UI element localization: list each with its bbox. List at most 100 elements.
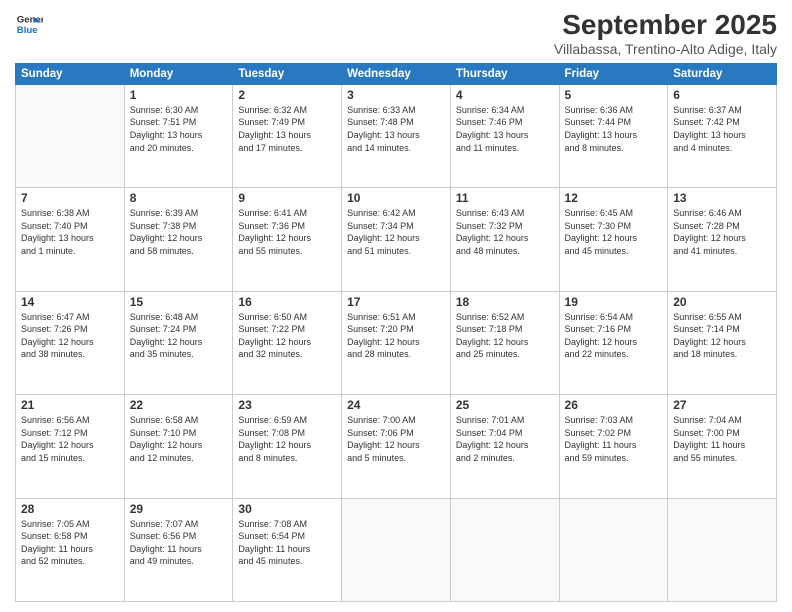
week-row-3: 14 Sunrise: 6:47 AM Sunset: 7:26 PM Dayli… [16, 291, 777, 394]
day-info: Sunrise: 6:37 AM Sunset: 7:42 PM Dayligh… [673, 104, 771, 154]
day-cell: 22 Sunrise: 6:58 AM Sunset: 7:10 PM Dayli… [124, 395, 233, 498]
day-info: Sunrise: 7:03 AM Sunset: 7:02 PM Dayligh… [565, 414, 663, 464]
day-number: 22 [130, 398, 228, 412]
day-number: 8 [130, 191, 228, 205]
calendar-table: SundayMondayTuesdayWednesdayThursdayFrid… [15, 63, 777, 602]
week-row-2: 7 Sunrise: 6:38 AM Sunset: 7:40 PM Daylig… [16, 188, 777, 291]
day-cell [668, 498, 777, 601]
day-info: Sunrise: 6:58 AM Sunset: 7:10 PM Dayligh… [130, 414, 228, 464]
day-cell: 5Sunrise: 6:36 AM Sunset: 7:44 PM Daylig… [559, 84, 668, 187]
logo: General Blue [15, 10, 43, 38]
day-cell: 11 Sunrise: 6:43 AM Sunset: 7:32 PM Dayli… [450, 188, 559, 291]
title-block: September 2025 Villabassa, Trentino-Alto… [554, 10, 777, 57]
day-number: 17 [347, 295, 445, 309]
svg-text:General: General [17, 14, 43, 25]
day-cell: 9Sunrise: 6:41 AM Sunset: 7:36 PM Daylig… [233, 188, 342, 291]
day-info: Sunrise: 6:52 AM Sunset: 7:18 PM Dayligh… [456, 311, 554, 361]
day-cell [450, 498, 559, 601]
day-cell: 14 Sunrise: 6:47 AM Sunset: 7:26 PM Dayli… [16, 291, 125, 394]
page: General Blue September 2025 Villabassa, … [0, 0, 792, 612]
svg-text:Blue: Blue [17, 25, 38, 36]
day-number: 15 [130, 295, 228, 309]
day-number: 27 [673, 398, 771, 412]
day-cell: 21 Sunrise: 6:56 AM Sunset: 7:12 PM Dayli… [16, 395, 125, 498]
day-number: 2 [238, 88, 336, 102]
day-cell: 25 Sunrise: 7:01 AM Sunset: 7:04 PM Dayli… [450, 395, 559, 498]
day-info: Sunrise: 6:38 AM Sunset: 7:40 PM Dayligh… [21, 207, 119, 257]
day-info: Sunrise: 6:33 AM Sunset: 7:48 PM Dayligh… [347, 104, 445, 154]
day-cell: 16Sunrise: 6:50 AM Sunset: 7:22 PM Dayli… [233, 291, 342, 394]
weekday-monday: Monday [124, 63, 233, 84]
day-number: 24 [347, 398, 445, 412]
day-cell: 12Sunrise: 6:45 AM Sunset: 7:30 PM Dayli… [559, 188, 668, 291]
day-number: 20 [673, 295, 771, 309]
day-number: 1 [130, 88, 228, 102]
day-info: Sunrise: 6:42 AM Sunset: 7:34 PM Dayligh… [347, 207, 445, 257]
day-number: 19 [565, 295, 663, 309]
day-cell: 23Sunrise: 6:59 AM Sunset: 7:08 PM Dayli… [233, 395, 342, 498]
day-number: 21 [21, 398, 119, 412]
day-cell: 10 Sunrise: 6:42 AM Sunset: 7:34 PM Dayli… [342, 188, 451, 291]
day-cell: 13Sunrise: 6:46 AM Sunset: 7:28 PM Dayli… [668, 188, 777, 291]
day-info: Sunrise: 6:50 AM Sunset: 7:22 PM Dayligh… [238, 311, 336, 361]
day-cell: 6 Sunrise: 6:37 AM Sunset: 7:42 PM Daylig… [668, 84, 777, 187]
day-info: Sunrise: 6:47 AM Sunset: 7:26 PM Dayligh… [21, 311, 119, 361]
day-info: Sunrise: 6:43 AM Sunset: 7:32 PM Dayligh… [456, 207, 554, 257]
day-number: 6 [673, 88, 771, 102]
day-info: Sunrise: 6:32 AM Sunset: 7:49 PM Dayligh… [238, 104, 336, 154]
day-cell [342, 498, 451, 601]
day-cell: 15 Sunrise: 6:48 AM Sunset: 7:24 PM Dayli… [124, 291, 233, 394]
day-info: Sunrise: 6:55 AM Sunset: 7:14 PM Dayligh… [673, 311, 771, 361]
day-number: 7 [21, 191, 119, 205]
day-info: Sunrise: 6:56 AM Sunset: 7:12 PM Dayligh… [21, 414, 119, 464]
day-number: 11 [456, 191, 554, 205]
day-info: Sunrise: 7:07 AM Sunset: 6:56 PM Dayligh… [130, 518, 228, 568]
day-number: 10 [347, 191, 445, 205]
weekday-tuesday: Tuesday [233, 63, 342, 84]
week-row-4: 21 Sunrise: 6:56 AM Sunset: 7:12 PM Dayli… [16, 395, 777, 498]
day-info: Sunrise: 7:00 AM Sunset: 7:06 PM Dayligh… [347, 414, 445, 464]
day-info: Sunrise: 6:34 AM Sunset: 7:46 PM Dayligh… [456, 104, 554, 154]
day-cell: 19 Sunrise: 6:54 AM Sunset: 7:16 PM Dayli… [559, 291, 668, 394]
day-cell: 8 Sunrise: 6:39 AM Sunset: 7:38 PM Daylig… [124, 188, 233, 291]
day-cell: 17Sunrise: 6:51 AM Sunset: 7:20 PM Dayli… [342, 291, 451, 394]
month-title: September 2025 [554, 10, 777, 41]
day-info: Sunrise: 6:48 AM Sunset: 7:24 PM Dayligh… [130, 311, 228, 361]
day-number: 30 [238, 502, 336, 516]
logo-icon: General Blue [15, 10, 43, 38]
week-row-1: 1 Sunrise: 6:30 AM Sunset: 7:51 PM Daylig… [16, 84, 777, 187]
day-cell: 2 Sunrise: 6:32 AM Sunset: 7:49 PM Daylig… [233, 84, 342, 187]
day-number: 25 [456, 398, 554, 412]
day-cell: 4Sunrise: 6:34 AM Sunset: 7:46 PM Daylig… [450, 84, 559, 187]
day-number: 23 [238, 398, 336, 412]
day-info: Sunrise: 7:04 AM Sunset: 7:00 PM Dayligh… [673, 414, 771, 464]
day-number: 28 [21, 502, 119, 516]
day-cell [16, 84, 125, 187]
header: General Blue September 2025 Villabassa, … [15, 10, 777, 57]
weekday-saturday: Saturday [668, 63, 777, 84]
day-info: Sunrise: 7:05 AM Sunset: 6:58 PM Dayligh… [21, 518, 119, 568]
day-cell [559, 498, 668, 601]
weekday-friday: Friday [559, 63, 668, 84]
weekday-thursday: Thursday [450, 63, 559, 84]
day-cell: 7 Sunrise: 6:38 AM Sunset: 7:40 PM Daylig… [16, 188, 125, 291]
day-number: 3 [347, 88, 445, 102]
day-cell: 30Sunrise: 7:08 AM Sunset: 6:54 PM Dayli… [233, 498, 342, 601]
day-number: 14 [21, 295, 119, 309]
day-number: 5 [565, 88, 663, 102]
location: Villabassa, Trentino-Alto Adige, Italy [554, 41, 777, 57]
day-number: 26 [565, 398, 663, 412]
day-cell: 28 Sunrise: 7:05 AM Sunset: 6:58 PM Dayli… [16, 498, 125, 601]
weekday-header-row: SundayMondayTuesdayWednesdayThursdayFrid… [16, 63, 777, 84]
day-info: Sunrise: 7:01 AM Sunset: 7:04 PM Dayligh… [456, 414, 554, 464]
week-row-5: 28 Sunrise: 7:05 AM Sunset: 6:58 PM Dayli… [16, 498, 777, 601]
day-info: Sunrise: 6:45 AM Sunset: 7:30 PM Dayligh… [565, 207, 663, 257]
day-info: Sunrise: 6:54 AM Sunset: 7:16 PM Dayligh… [565, 311, 663, 361]
day-cell: 1 Sunrise: 6:30 AM Sunset: 7:51 PM Daylig… [124, 84, 233, 187]
day-cell: 26 Sunrise: 7:03 AM Sunset: 7:02 PM Dayli… [559, 395, 668, 498]
day-cell: 3 Sunrise: 6:33 AM Sunset: 7:48 PM Daylig… [342, 84, 451, 187]
day-info: Sunrise: 6:39 AM Sunset: 7:38 PM Dayligh… [130, 207, 228, 257]
day-number: 29 [130, 502, 228, 516]
day-cell: 24 Sunrise: 7:00 AM Sunset: 7:06 PM Dayli… [342, 395, 451, 498]
day-info: Sunrise: 6:30 AM Sunset: 7:51 PM Dayligh… [130, 104, 228, 154]
